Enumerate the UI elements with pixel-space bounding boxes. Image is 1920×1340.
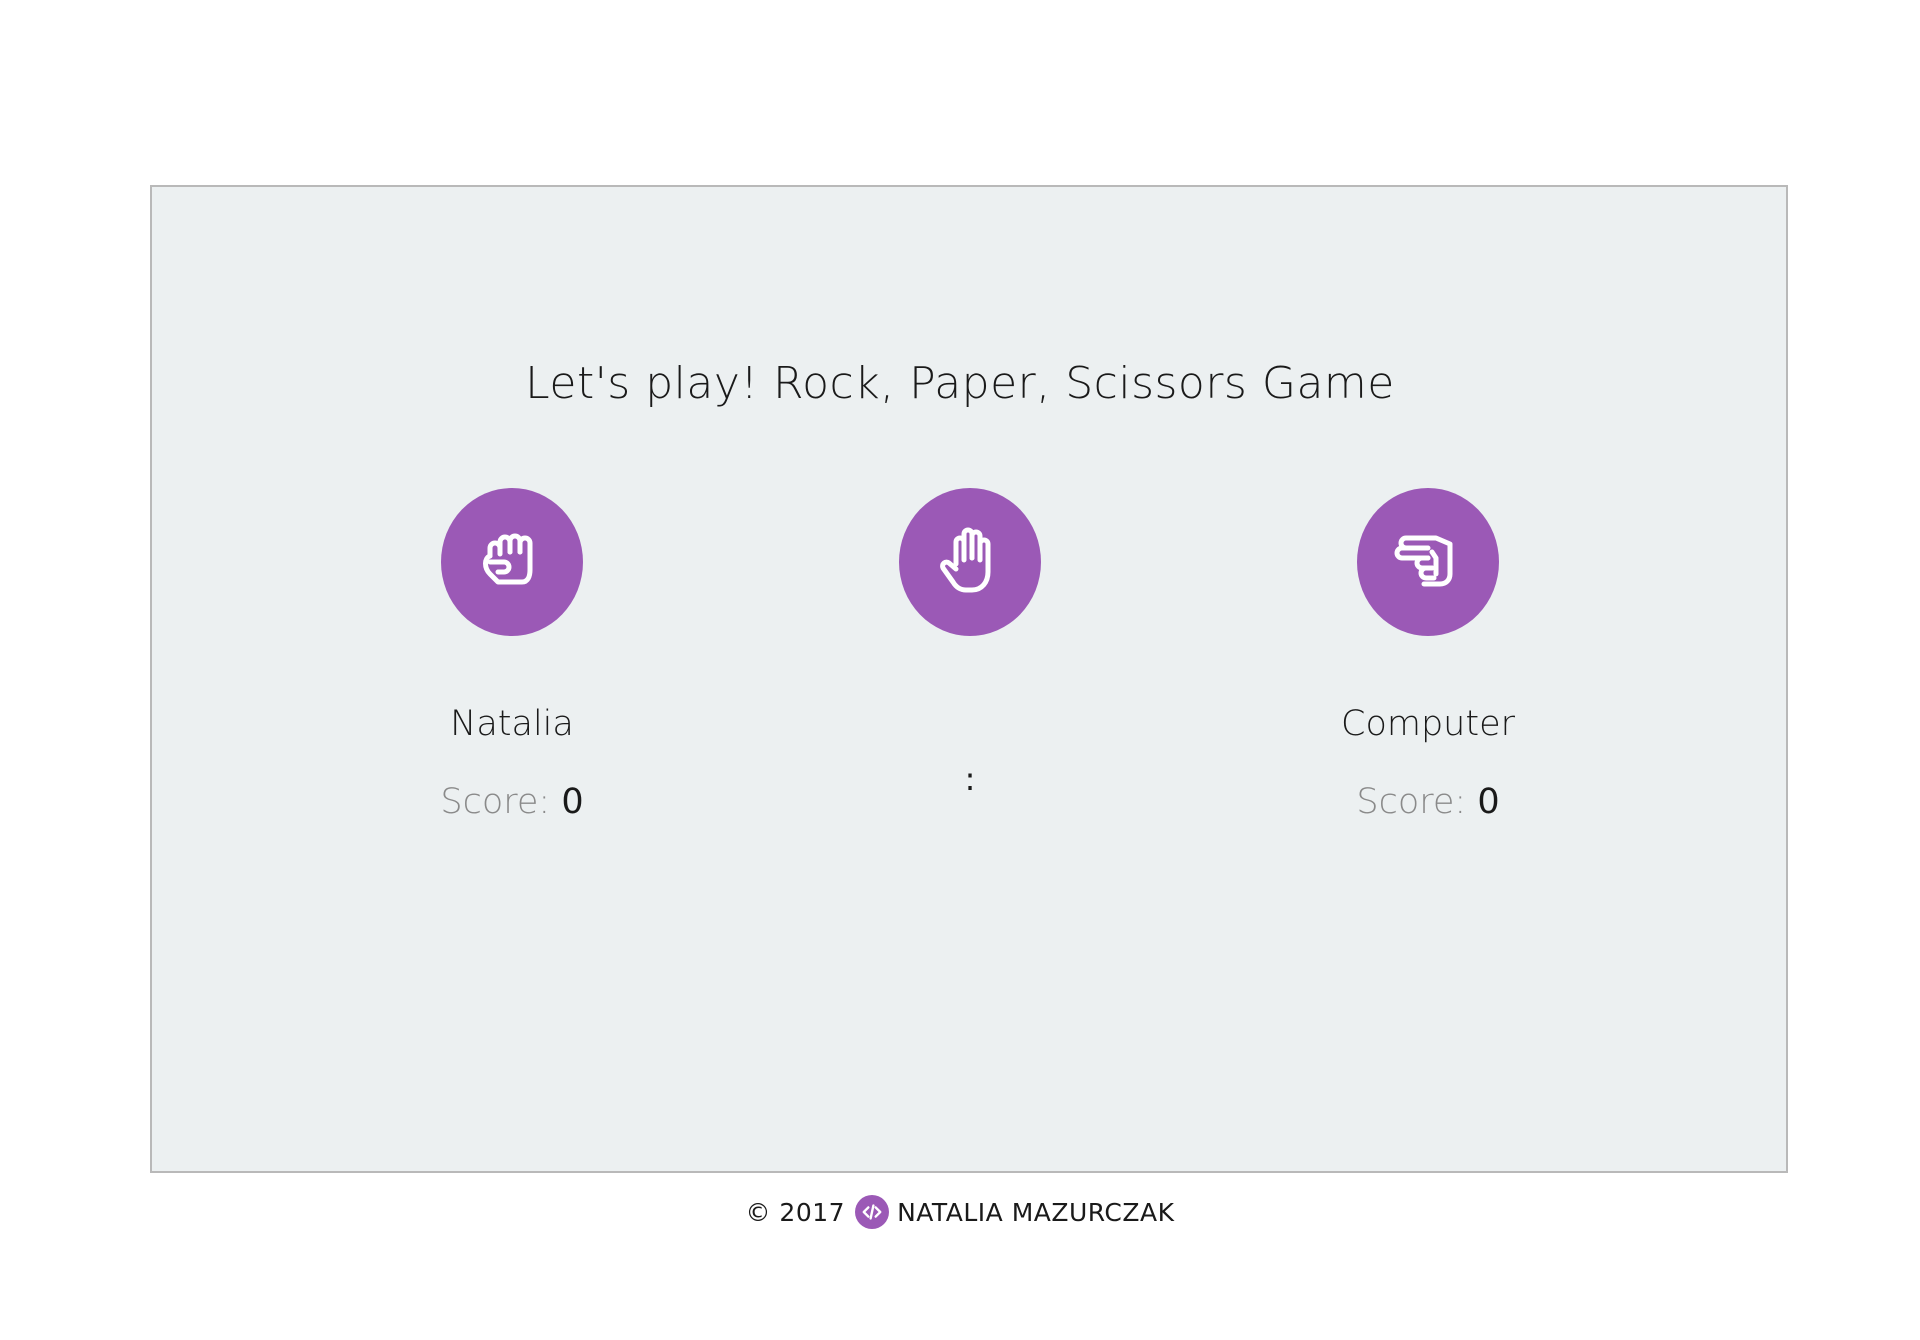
hand-scissors-icon	[1394, 535, 1453, 587]
user-score-value: 0	[561, 782, 584, 822]
footer: © 2017 NATALIA MAZURCZAK	[0, 1195, 1920, 1229]
computer-score-value: 0	[1477, 782, 1500, 822]
footer-author[interactable]: NATALIA MAZURCZAK	[897, 1198, 1174, 1227]
rock-button[interactable]	[441, 488, 583, 636]
user-name: Natalia	[450, 704, 574, 744]
footer-copyright: © 2017	[745, 1197, 846, 1227]
game-panel	[150, 185, 1788, 1173]
result-separator: :	[964, 760, 976, 798]
user-score: Score: 0	[312, 782, 712, 822]
code-icon	[862, 1204, 882, 1220]
computer-name: Computer	[1341, 704, 1515, 744]
scissors-button[interactable]	[1357, 488, 1499, 636]
computer-score-label: Score:	[1356, 782, 1467, 822]
page-title: Let's play! Rock, Paper, Scissors Game	[525, 358, 1395, 409]
paper-button[interactable]	[899, 488, 1041, 636]
fist-rock-icon	[483, 533, 533, 585]
open-hand-paper-icon	[940, 527, 991, 593]
computer-score: Score: 0	[1228, 782, 1628, 822]
user-score-label: Score:	[440, 782, 551, 822]
author-logo-link[interactable]	[855, 1195, 890, 1229]
